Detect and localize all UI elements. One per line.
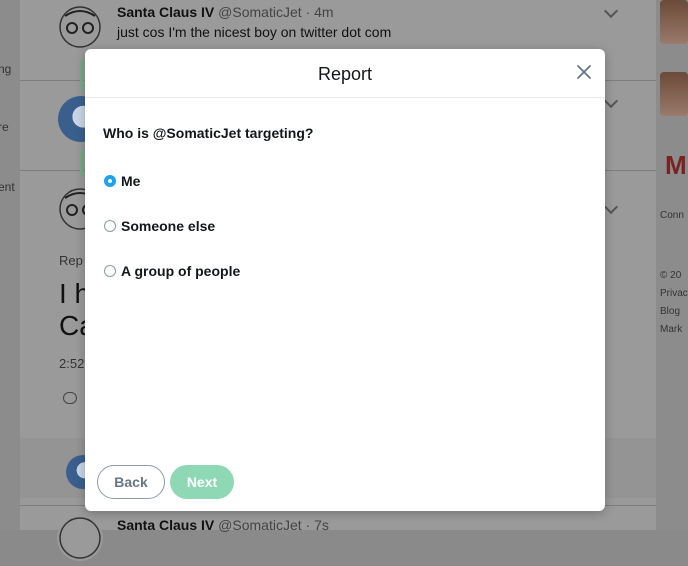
radio-button[interactable] (104, 220, 116, 232)
close-icon[interactable] (575, 63, 593, 81)
radio-button[interactable] (104, 175, 116, 187)
left-sidebar: ng re ent (0, 0, 20, 530)
tweet-author[interactable]: Santa Claus IV @SomaticJet · 4m (117, 4, 334, 20)
avatar[interactable] (57, 4, 103, 50)
right-fragment: © 20 (660, 270, 682, 281)
thread-line (80, 60, 84, 90)
tweet-handle: @SomaticJet (218, 517, 302, 533)
tweet-author-name: Santa Claus IV (117, 4, 215, 20)
option-me[interactable]: Me (104, 171, 140, 191)
radio-button[interactable] (104, 265, 116, 277)
right-fragment: Privac (660, 288, 688, 299)
thumbnail[interactable] (660, 72, 688, 116)
next-button[interactable]: Next (170, 465, 234, 499)
left-fragment: ent (0, 180, 15, 194)
back-button[interactable]: Back (97, 465, 165, 499)
tweet-handle: @SomaticJet (218, 4, 302, 20)
avatar[interactable] (57, 515, 103, 561)
tweet-time: · 7s (305, 517, 329, 533)
right-fragment: Blog (660, 306, 681, 317)
tweet-author-name: Santa Claus IV (117, 517, 215, 533)
dialog-title: Report (317, 64, 373, 84)
dialog-header: Report (85, 49, 605, 98)
tweet-time: · 4m (305, 4, 334, 20)
reply-icon[interactable] (63, 392, 77, 404)
option-label: Me (121, 173, 141, 189)
tweet-author[interactable]: Santa Claus IV @SomaticJet · 7s (117, 517, 329, 533)
option-someone-else[interactable]: Someone else (104, 216, 215, 236)
thumbnail[interactable] (660, 0, 688, 44)
report-dialog: Report Who is @SomaticJet targeting? Me … (85, 49, 605, 511)
gmail-icon: M (665, 150, 687, 180)
tweet-time: 2:52 (59, 356, 85, 371)
reply-prefix: Rep (59, 253, 83, 268)
report-question: Who is @SomaticJet targeting? (103, 125, 314, 141)
option-label: A group of people (121, 263, 241, 279)
option-group-of-people[interactable]: A group of people (104, 261, 240, 281)
option-label: Someone else (121, 218, 216, 234)
left-fragment: re (0, 120, 9, 134)
left-fragment: ng (0, 62, 12, 76)
thread-line (80, 150, 84, 176)
right-fragment: Mark (660, 324, 683, 335)
tweet-text: just cos I'm the nicest boy on twitter d… (117, 24, 392, 40)
right-fragment: Conn (660, 210, 684, 221)
